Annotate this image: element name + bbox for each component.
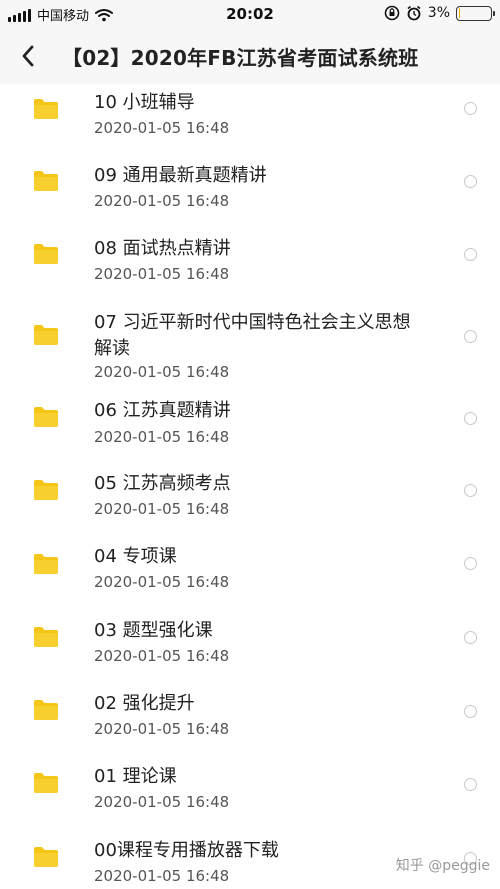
folder-icon xyxy=(34,407,58,427)
folder-date: 2020-01-05 16:48 xyxy=(94,720,230,738)
folder-icon xyxy=(34,99,58,119)
folder-row[interactable]: 07 习近平新时代中国特色社会主义思想解读 2020-01-05 16:48 xyxy=(0,305,500,381)
select-radio[interactable] xyxy=(464,484,477,497)
folder-row[interactable]: 09 通用最新真题精讲 2020-01-05 16:48 xyxy=(0,159,500,231)
select-radio[interactable] xyxy=(464,248,477,261)
folder-title: 10 小班辅导 xyxy=(94,92,195,113)
folder-icon xyxy=(34,627,58,647)
folder-icon xyxy=(34,773,58,793)
folder-date: 2020-01-05 16:48 xyxy=(94,192,230,210)
folder-date: 2020-01-05 16:48 xyxy=(94,428,230,446)
folder-row[interactable]: 08 面试热点精讲 2020-01-05 16:48 xyxy=(0,232,500,304)
folder-icon xyxy=(34,700,58,720)
select-radio[interactable] xyxy=(464,412,477,425)
folder-icon xyxy=(34,325,58,345)
nav-header: 【02】2020年FB江苏省考面试系统班 xyxy=(0,28,500,84)
select-radio[interactable] xyxy=(464,330,477,343)
folder-row[interactable]: 06 江苏真题精讲 2020-01-05 16:48 xyxy=(0,388,500,460)
rotation-lock-icon xyxy=(384,5,400,21)
folder-title: 01 理论课 xyxy=(94,766,177,787)
folder-icon xyxy=(34,171,58,191)
folder-icon xyxy=(34,554,58,574)
folder-row[interactable]: 02 强化提升 2020-01-05 16:48 xyxy=(0,685,500,757)
folder-date: 2020-01-05 16:48 xyxy=(94,867,230,885)
folder-date: 2020-01-05 16:48 xyxy=(94,265,230,283)
back-button[interactable] xyxy=(10,38,46,74)
folder-title: 08 面试热点精讲 xyxy=(94,238,231,259)
battery-percent: 3% xyxy=(427,5,450,21)
folder-title: 04 专项课 xyxy=(94,546,177,567)
folder-date: 2020-01-05 16:48 xyxy=(94,647,230,665)
select-radio[interactable] xyxy=(464,102,477,115)
status-right: 3% xyxy=(384,5,495,21)
folder-title: 00课程专用播放器下载 xyxy=(94,840,279,861)
alarm-icon xyxy=(407,5,421,21)
status-bar: 中国移动 20:02 3% xyxy=(0,0,500,28)
folder-title: 06 江苏真题精讲 xyxy=(94,400,231,421)
folder-title: 07 习近平新时代中国特色社会主义思想解读 xyxy=(94,312,411,359)
battery-icon xyxy=(456,5,495,21)
folder-date: 2020-01-05 16:48 xyxy=(94,793,230,811)
folder-icon xyxy=(34,847,58,867)
folder-row[interactable]: 03 题型强化课 2020-01-05 16:48 xyxy=(0,612,500,684)
folder-title: 09 通用最新真题精讲 xyxy=(94,165,267,186)
folder-date: 2020-01-05 16:48 xyxy=(94,363,230,381)
folder-icon xyxy=(34,244,58,264)
select-radio[interactable] xyxy=(464,175,477,188)
watermark: 知乎 @peggie xyxy=(395,858,490,874)
folder-row[interactable]: 04 专项课 2020-01-05 16:48 xyxy=(0,538,500,610)
folder-row[interactable]: 05 江苏高频考点 2020-01-05 16:48 xyxy=(0,465,500,537)
folder-title: 05 江苏高频考点 xyxy=(94,473,231,494)
select-radio[interactable] xyxy=(464,631,477,644)
folder-title: 02 强化提升 xyxy=(94,693,195,714)
folder-row[interactable]: 01 理论课 2020-01-05 16:48 xyxy=(0,758,500,830)
select-radio[interactable] xyxy=(464,778,477,791)
folder-date: 2020-01-05 16:48 xyxy=(94,573,230,591)
battery-fill xyxy=(458,8,460,18)
page-title: 【02】2020年FB江苏省考面试系统班 xyxy=(62,46,419,70)
folder-date: 2020-01-05 16:48 xyxy=(94,500,230,518)
folder-date: 2020-01-05 16:48 xyxy=(94,119,230,137)
folder-icon xyxy=(34,480,58,500)
select-radio[interactable] xyxy=(464,557,477,570)
chevron-left-icon xyxy=(22,45,34,67)
select-radio[interactable] xyxy=(464,705,477,718)
folder-title: 03 题型强化课 xyxy=(94,620,213,641)
folder-row[interactable]: 10 小班辅导 2020-01-05 16:48 xyxy=(0,84,500,156)
